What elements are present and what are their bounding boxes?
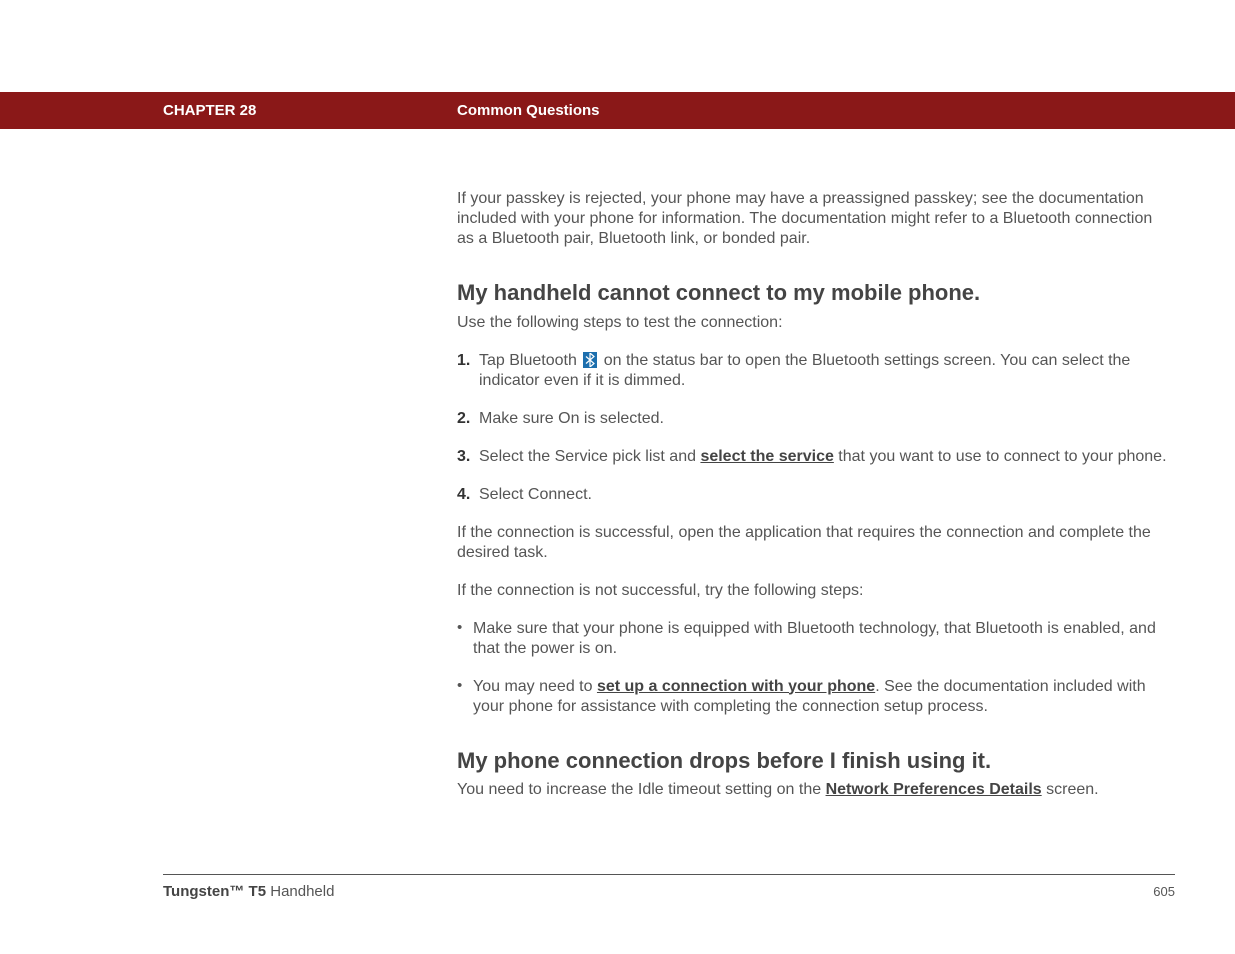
step-2: 2. Make sure On is selected.: [457, 409, 1171, 429]
step-number: 1.: [457, 351, 479, 391]
step3-before: Select the Service pick list and: [479, 448, 700, 465]
heading-cannot-connect: My handheld cannot connect to my mobile …: [457, 279, 1171, 307]
step-4: 4. Select Connect.: [457, 485, 1171, 505]
step-number: 4.: [457, 485, 479, 505]
footer-product: Tungsten™ T5 Handheld: [163, 883, 334, 900]
footer: Tungsten™ T5 Handheld 605: [163, 874, 1175, 900]
chapter-title: Common Questions: [457, 102, 600, 119]
step-number: 2.: [457, 409, 479, 429]
step-text: Select the Service pick list and select …: [479, 447, 1171, 467]
bullet-text: Make sure that your phone is equipped wi…: [473, 619, 1171, 659]
bullet-text: You may need to set up a connection with…: [473, 677, 1171, 717]
intro-paragraph: If your passkey is rejected, your phone …: [457, 189, 1171, 249]
product-name-rest: Handheld: [266, 883, 334, 900]
product-name-bold: Tungsten™ T5: [163, 883, 266, 900]
setup-connection-link[interactable]: set up a connection with your phone: [597, 678, 875, 695]
bullet-marker: •: [457, 677, 473, 717]
network-preferences-link[interactable]: Network Preferences Details: [826, 781, 1042, 798]
step-text: Select Connect.: [479, 485, 1171, 505]
bluetooth-icon: [583, 352, 597, 368]
step-1: 1. Tap Bluetooth on the status bar to op…: [457, 351, 1171, 391]
step1-before: Tap Bluetooth: [479, 352, 581, 369]
h2-after: screen.: [1042, 781, 1099, 798]
step-text: Tap Bluetooth on the status bar to open …: [479, 351, 1171, 391]
bullet-1: • Make sure that your phone is equipped …: [457, 619, 1171, 659]
fail-paragraph: If the connection is not successful, try…: [457, 581, 1171, 601]
select-service-link[interactable]: select the service: [700, 448, 833, 465]
step3-after: that you want to use to connect to your …: [834, 448, 1167, 465]
step-3: 3. Select the Service pick list and sele…: [457, 447, 1171, 467]
step-number: 3.: [457, 447, 479, 467]
page-number: 605: [1153, 884, 1175, 899]
content-area: If your passkey is rejected, your phone …: [457, 189, 1171, 818]
bullet-marker: •: [457, 619, 473, 659]
success-paragraph: If the connection is successful, open th…: [457, 523, 1171, 563]
h2-before: You need to increase the Idle timeout se…: [457, 781, 826, 798]
heading2-paragraph: You need to increase the Idle timeout se…: [457, 780, 1171, 800]
header-bar: CHAPTER 28 Common Questions: [0, 92, 1235, 129]
bullet2-before: You may need to: [473, 678, 597, 695]
heading1-subtitle: Use the following steps to test the conn…: [457, 313, 1171, 333]
bullet-2: • You may need to set up a connection wi…: [457, 677, 1171, 717]
chapter-label: CHAPTER 28: [163, 102, 256, 119]
step-text: Make sure On is selected.: [479, 409, 1171, 429]
heading-connection-drops: My phone connection drops before I finis…: [457, 747, 1171, 775]
